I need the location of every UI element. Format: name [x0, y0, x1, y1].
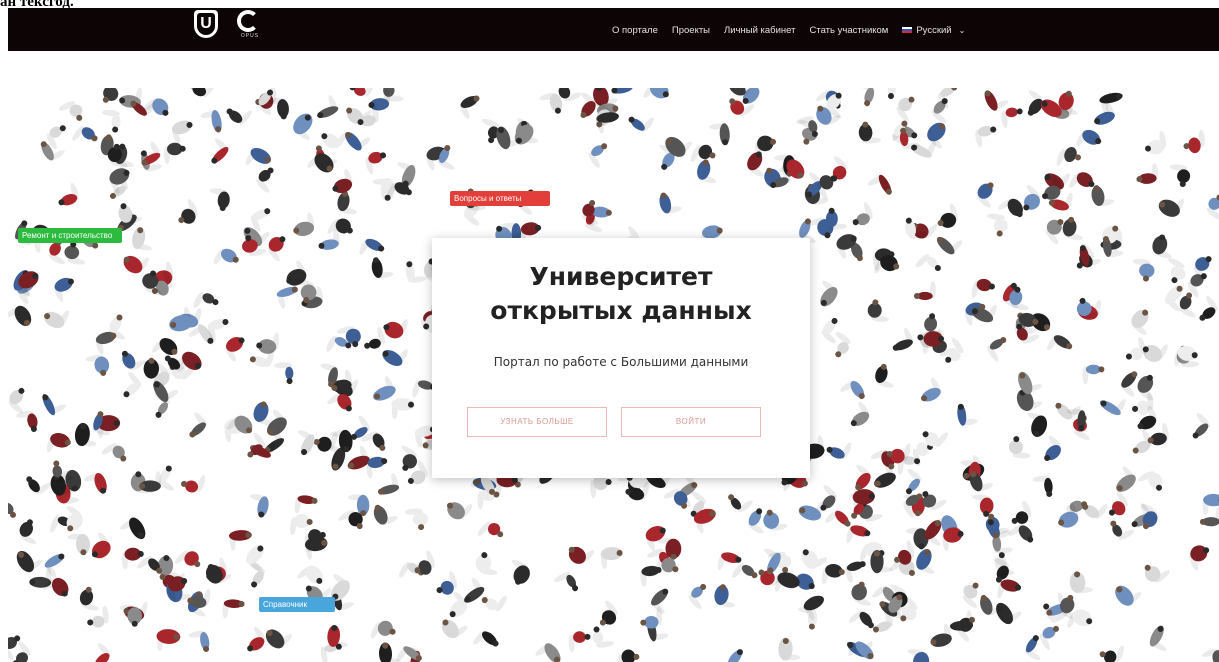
language-selector[interactable]: Русский ⌄: [902, 25, 965, 36]
nav-join[interactable]: Стать участником: [810, 25, 889, 36]
nav-cabinet[interactable]: Личный кабинет: [724, 25, 795, 36]
opus-caption: OPUS: [240, 33, 260, 39]
tag-questions[interactable]: Вопросы и ответы: [450, 191, 550, 206]
opus-ring-icon: [237, 10, 259, 32]
nav-projects[interactable]: Проекты: [672, 25, 710, 36]
opus-logo[interactable]: OPUS: [228, 10, 272, 42]
page-text-fragment: ан тексгод.: [0, 0, 74, 10]
hero-card: Университет открытых данных Портал по ра…: [432, 238, 810, 478]
university-logo[interactable]: U: [194, 10, 218, 38]
tag-reference[interactable]: Справочник: [259, 597, 335, 612]
language-label: Русский: [916, 24, 952, 36]
hero-subtitle: Портал по работе с Большими данными: [493, 355, 749, 369]
main-menu: О портале Проекты Личный кабинет Стать у…: [612, 21, 965, 39]
hero-title: Университет открытых данных: [432, 260, 810, 328]
nav-about[interactable]: О портале: [612, 25, 658, 36]
hero-title-line2: открытых данных: [490, 296, 752, 325]
hero-title-line1: Университет: [529, 262, 713, 291]
russian-flag-icon: [902, 26, 913, 34]
logo-u-letter: U: [197, 13, 215, 35]
login-button[interactable]: ВОЙТИ: [621, 407, 761, 437]
top-navbar: U OPUS О портале Проекты Личный кабинет …: [8, 8, 1219, 51]
chevron-down-icon: ⌄: [958, 25, 966, 35]
learn-more-button[interactable]: УЗНАТЬ БОЛЬШЕ: [467, 407, 607, 437]
tag-repair[interactable]: Ремонт и строительство: [18, 228, 122, 243]
